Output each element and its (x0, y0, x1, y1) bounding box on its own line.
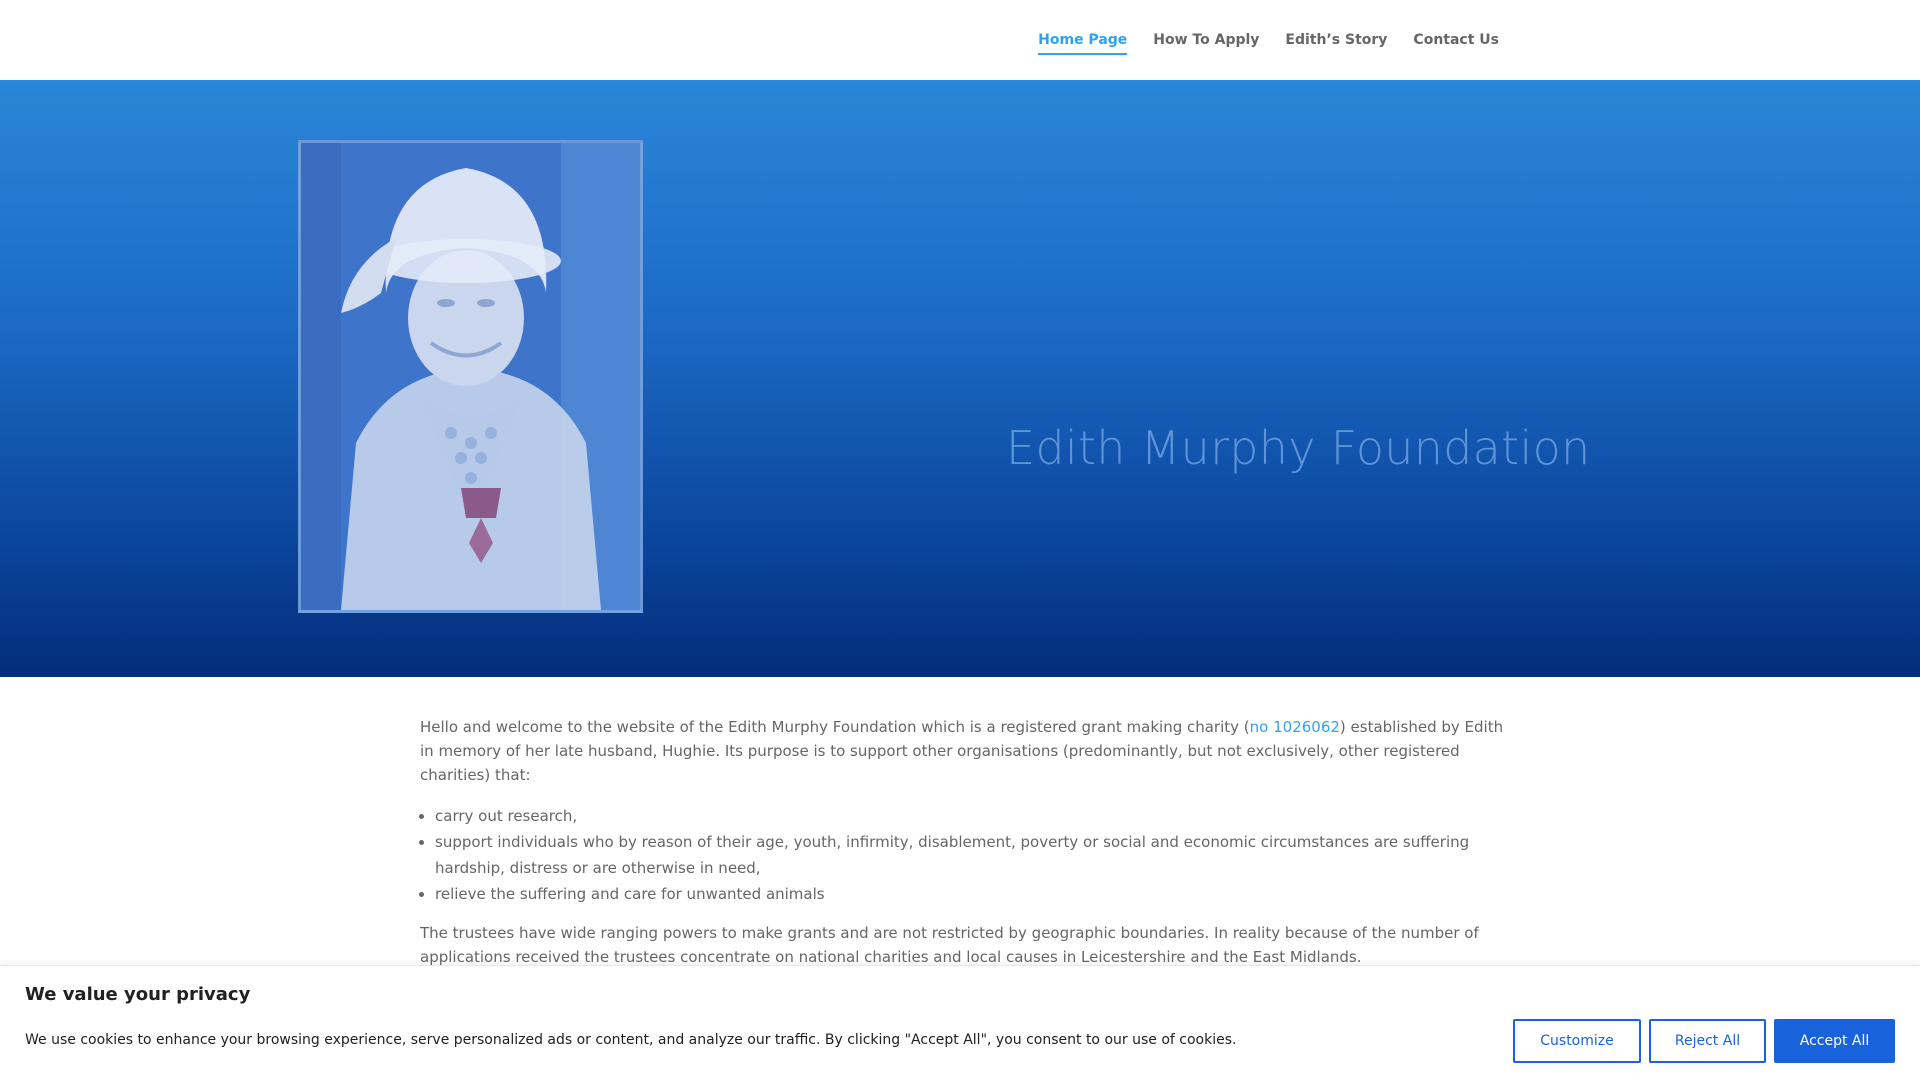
portrait-image (298, 140, 643, 613)
site-header: Home Page How To Apply Edith’s Story Con… (0, 0, 1920, 80)
accept-all-button[interactable]: Accept All (1774, 1019, 1895, 1063)
hero-title: Edith Murphy Foundation (1006, 420, 1591, 475)
nav-item-ediths-story[interactable]: Edith’s Story (1285, 0, 1387, 55)
cookie-consent-banner: We value your privacy We use cookies to … (0, 965, 1920, 1081)
customize-button[interactable]: Customize (1513, 1019, 1641, 1063)
reject-all-button[interactable]: Reject All (1649, 1019, 1766, 1063)
portrait-illustration (301, 143, 640, 610)
main-content: Hello and welcome to the website of the … (420, 715, 1510, 985)
charity-number-link[interactable]: no 1026062 (1250, 718, 1340, 736)
purpose-list: carry out research, support individuals … (420, 803, 1510, 907)
main-nav: Home Page How To Apply Edith’s Story Con… (1038, 0, 1499, 80)
intro-text-start: Hello and welcome to the website of the … (420, 718, 1250, 736)
list-item: relieve the suffering and care for unwan… (435, 881, 1510, 907)
hero-banner: Edith Murphy Foundation (0, 80, 1920, 677)
list-item: support individuals who by reason of the… (435, 829, 1510, 881)
intro-paragraph: Hello and welcome to the website of the … (420, 715, 1510, 787)
nav-item-home-page[interactable]: Home Page (1038, 0, 1128, 55)
nav-item-contact-us[interactable]: Contact Us (1413, 0, 1499, 55)
trustees-paragraph: The trustees have wide ranging powers to… (420, 924, 1479, 966)
list-item: carry out research, (435, 803, 1510, 829)
cookie-title: We value your privacy (25, 984, 251, 1005)
cookie-description: We use cookies to enhance your browsing … (25, 1032, 1237, 1048)
nav-item-how-to-apply[interactable]: How To Apply (1153, 0, 1259, 55)
